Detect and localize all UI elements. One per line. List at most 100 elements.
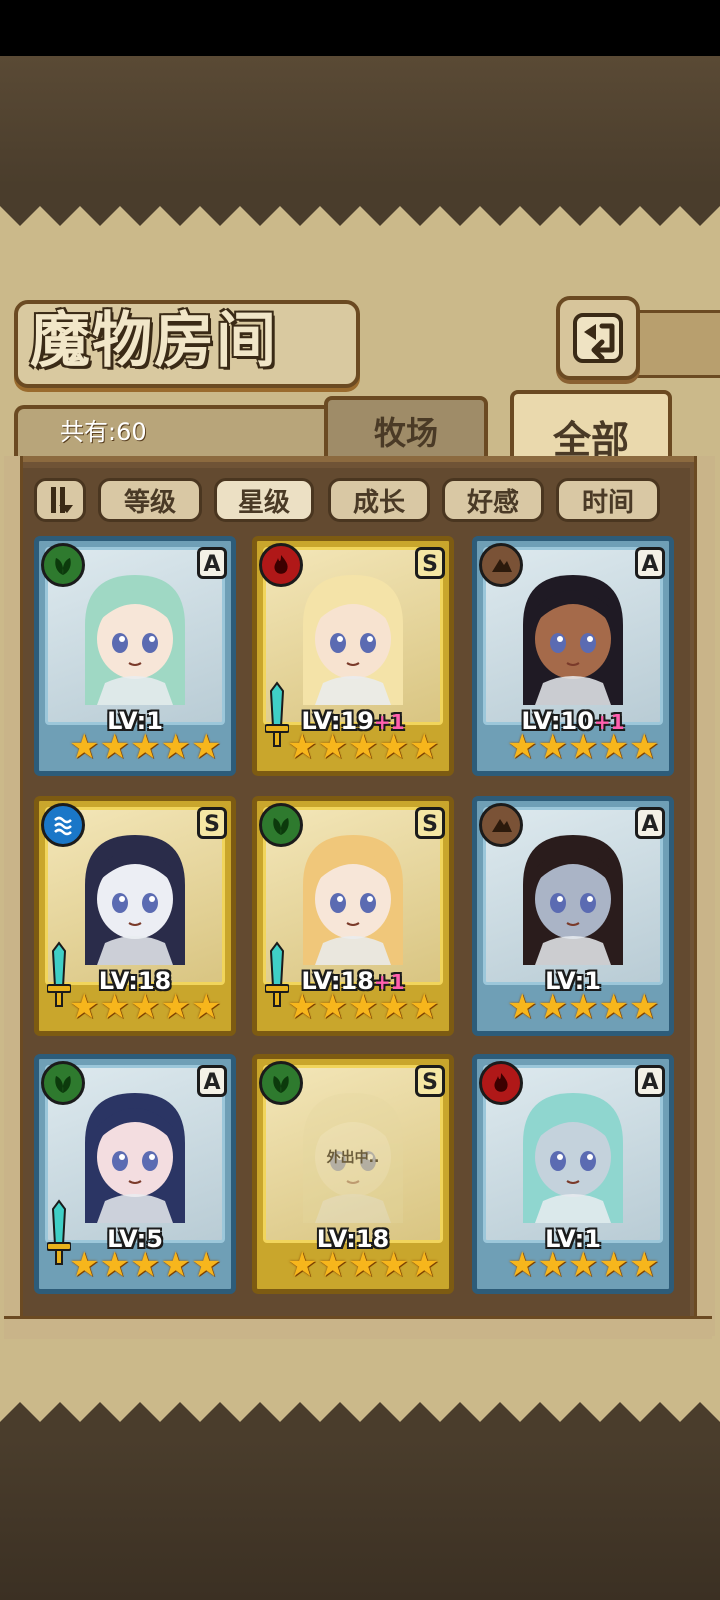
star-icon: ★ <box>537 727 568 767</box>
star-icon: ★ <box>378 987 409 1027</box>
monster-portrait <box>85 575 185 705</box>
element-wood-icon <box>41 543 85 587</box>
element-fire-icon <box>259 543 303 587</box>
rank-badge: A <box>197 547 227 579</box>
star-icon: ★ <box>567 727 599 767</box>
monster-portrait <box>303 835 403 965</box>
star-icon: ★ <box>190 727 222 767</box>
star-icon: ★ <box>598 1245 629 1285</box>
back-arrow-icon <box>573 313 623 363</box>
star-rating: ★ ★ ★ ★ ★ <box>69 1245 221 1285</box>
star-icon: ★ <box>347 1245 379 1285</box>
monster-portrait <box>523 835 623 965</box>
zigzag-edge-top <box>0 186 720 226</box>
star-icon: ★ <box>160 987 191 1027</box>
element-wood-icon <box>259 1061 303 1105</box>
rank-badge: A <box>197 1065 227 1097</box>
monster-card[interactable]: A LV:1 ★ ★ ★ ★ ★ <box>472 796 674 1036</box>
monster-portrait <box>303 575 403 705</box>
element-earth-icon <box>479 803 523 847</box>
panel-rail-left <box>4 456 23 1336</box>
sort-toggle-icon <box>51 487 73 513</box>
star-rating: ★ ★ ★ ★ ★ <box>69 987 221 1027</box>
rank-badge: A <box>635 807 665 839</box>
star-icon: ★ <box>317 987 348 1027</box>
star-icon: ★ <box>190 987 222 1027</box>
tab-ranch[interactable]: 牧场 <box>324 396 488 462</box>
star-rating: ★ ★ ★ ★ ★ <box>507 987 659 1027</box>
star-icon: ★ <box>378 1245 409 1285</box>
star-icon: ★ <box>129 987 161 1027</box>
star-icon: ★ <box>190 1245 222 1285</box>
rank-badge: A <box>635 547 665 579</box>
monster-card[interactable]: A LV:5 ★ ★ ★ ★ ★ <box>34 1054 236 1294</box>
star-rating: ★ ★ ★ ★ ★ <box>69 727 221 767</box>
star-icon: ★ <box>160 727 191 767</box>
star-icon: ★ <box>347 987 379 1027</box>
element-water-icon <box>41 803 85 847</box>
star-icon: ★ <box>99 1245 130 1285</box>
panel-rail-right <box>694 456 715 1336</box>
star-icon: ★ <box>408 727 440 767</box>
element-wood-icon <box>259 803 303 847</box>
monster-card[interactable]: A LV:1 ★ ★ ★ ★ ★ <box>472 1054 674 1294</box>
star-icon: ★ <box>507 727 538 767</box>
filter-time[interactable]: 时间 <box>556 478 660 522</box>
star-icon: ★ <box>160 1245 191 1285</box>
element-earth-icon <box>479 543 523 587</box>
background-map-top <box>0 56 720 186</box>
star-icon: ★ <box>567 987 599 1027</box>
star-icon: ★ <box>628 727 660 767</box>
filter-growth[interactable]: 成长 <box>328 478 430 522</box>
star-rating: ★ ★ ★ ★ ★ <box>287 987 439 1027</box>
page-title: 魔物房间 <box>30 306 278 376</box>
filter-level[interactable]: 等级 <box>98 478 202 522</box>
back-button[interactable] <box>556 296 640 380</box>
filter-star[interactable]: 星级 <box>214 478 314 522</box>
star-icon: ★ <box>628 1245 660 1285</box>
monster-card[interactable]: A LV:1 ★ ★ ★ ★ ★ <box>34 536 236 776</box>
star-icon: ★ <box>408 1245 440 1285</box>
star-rating: ★ ★ ★ ★ ★ <box>507 727 659 767</box>
star-icon: ★ <box>507 1245 538 1285</box>
monster-count: 共有:60 <box>60 418 147 446</box>
monster-portrait <box>523 575 623 705</box>
filter-affection[interactable]: 好感 <box>442 478 544 522</box>
sort-toggle-button[interactable] <box>34 478 86 522</box>
monster-card[interactable]: S 外出中.. LV:18 ★ ★ ★ ★ ★ <box>252 1054 454 1294</box>
monster-card[interactable]: A LV:10+1 ★ ★ ★ ★ ★ <box>472 536 674 776</box>
star-icon: ★ <box>99 727 130 767</box>
monster-card[interactable]: S LV:18 ★ ★ ★ ★ ★ <box>34 796 236 1036</box>
rank-badge: S <box>415 807 445 839</box>
rank-badge: S <box>197 807 227 839</box>
monster-portrait <box>85 1093 185 1223</box>
star-icon: ★ <box>537 1245 568 1285</box>
star-icon: ★ <box>567 1245 599 1285</box>
monster-portrait <box>523 1093 623 1223</box>
monster-card[interactable]: S LV:18+1 ★ ★ ★ ★ ★ <box>252 796 454 1036</box>
star-icon: ★ <box>507 987 538 1027</box>
panel-rail-bottom <box>4 1316 712 1339</box>
star-icon: ★ <box>628 987 660 1027</box>
star-icon: ★ <box>537 987 568 1027</box>
rank-badge: S <box>415 547 445 579</box>
status-bar <box>0 0 720 56</box>
star-icon: ★ <box>69 1245 100 1285</box>
star-icon: ★ <box>317 1245 348 1285</box>
back-button-strip <box>630 310 720 378</box>
star-rating: ★ ★ ★ ★ ★ <box>287 727 439 767</box>
star-icon: ★ <box>287 1245 318 1285</box>
element-fire-icon <box>479 1061 523 1105</box>
star-icon: ★ <box>129 1245 161 1285</box>
monster-portrait <box>85 835 185 965</box>
star-icon: ★ <box>408 987 440 1027</box>
background-map-bottom <box>0 1440 720 1600</box>
star-icon: ★ <box>99 987 130 1027</box>
rank-badge: S <box>415 1065 445 1097</box>
status-label: 外出中.. <box>326 1150 380 1166</box>
star-icon: ★ <box>287 727 318 767</box>
element-wood-icon <box>41 1061 85 1105</box>
star-icon: ★ <box>317 727 348 767</box>
star-icon: ★ <box>129 727 161 767</box>
monster-card[interactable]: S LV:19+1 ★ ★ ★ ★ ★ <box>252 536 454 776</box>
